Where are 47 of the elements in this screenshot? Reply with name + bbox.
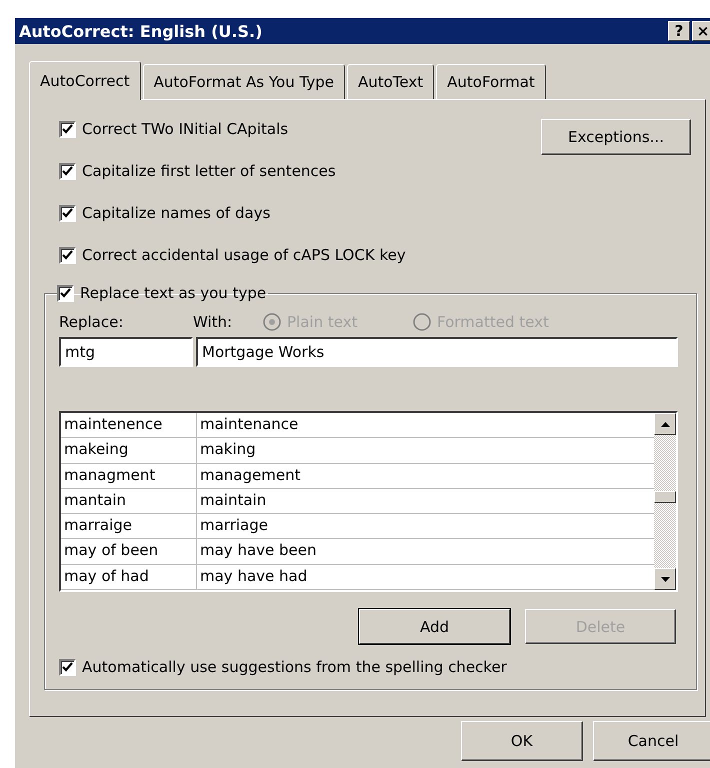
checkbox-label[interactable]: Correct accidental usage of cAPS LOCK key <box>82 246 406 264</box>
tab[interactable]: AutoCorrect <box>29 61 141 100</box>
help-button[interactable]: ? <box>668 21 690 41</box>
scroll-down-button[interactable] <box>654 568 676 590</box>
table-cell[interactable]: marriage <box>197 514 654 538</box>
table-cell[interactable]: mantain <box>61 488 197 514</box>
table-cell[interactable]: maintenance <box>197 413 654 438</box>
table-cell[interactable]: marraige <box>61 514 197 538</box>
replace-field[interactable]: mtg <box>59 337 193 367</box>
checkbox[interactable] <box>57 284 74 302</box>
add-button[interactable]: Add <box>359 609 510 644</box>
checkbox-label[interactable]: Capitalize first letter of sentences <box>82 162 336 180</box>
up-arrow-icon <box>660 422 670 426</box>
group-label[interactable]: Replace text as you type <box>80 284 266 302</box>
checkbox[interactable] <box>59 204 76 222</box>
scrollbar[interactable] <box>654 413 676 590</box>
checkbox-label[interactable]: Correct TWo INitial CApitals <box>82 120 288 138</box>
with-field[interactable]: Mortgage Works <box>196 337 678 367</box>
down-arrow-icon <box>660 576 670 582</box>
table-cell[interactable]: management <box>197 464 654 488</box>
table-cell[interactable]: may of had <box>61 564 197 589</box>
exceptions-button[interactable]: Exceptions... <box>541 119 691 155</box>
field-label: With: <box>193 313 234 331</box>
table-cell[interactable]: maintenence <box>61 413 197 438</box>
table-cell[interactable]: makeing <box>61 438 197 463</box>
checkbox[interactable] <box>59 120 76 138</box>
table-cell[interactable]: may have been <box>197 539 654 564</box>
ok-button[interactable]: OK <box>461 721 582 761</box>
table-cell[interactable]: may have had <box>197 564 654 589</box>
field-label: Replace: <box>59 313 124 331</box>
window-title: AutoCorrect: English (U.S.) <box>19 22 262 40</box>
tab[interactable]: AutoText <box>346 64 434 99</box>
checkbox[interactable] <box>59 658 76 676</box>
cancel-button[interactable]: Cancel <box>592 721 710 761</box>
close-button[interactable]: × <box>692 21 710 41</box>
table-cell[interactable]: may of been <box>61 539 197 564</box>
checkbox[interactable] <box>59 162 76 180</box>
tab[interactable]: AutoFormat <box>436 64 546 99</box>
tab[interactable]: AutoFormat As You Type <box>142 64 345 99</box>
checkbox[interactable] <box>59 246 76 264</box>
checkbox-label[interactable]: Capitalize names of days <box>82 204 270 222</box>
table-cell[interactable]: making <box>197 438 654 463</box>
scroll-thumb[interactable] <box>654 491 676 503</box>
table-cell[interactable]: managment <box>61 464 197 488</box>
checkbox-label[interactable]: Automatically use suggestions from the spelling checker <box>82 658 507 676</box>
table-cell[interactable]: maintain <box>197 488 654 514</box>
scroll-up-button[interactable] <box>654 413 676 435</box>
